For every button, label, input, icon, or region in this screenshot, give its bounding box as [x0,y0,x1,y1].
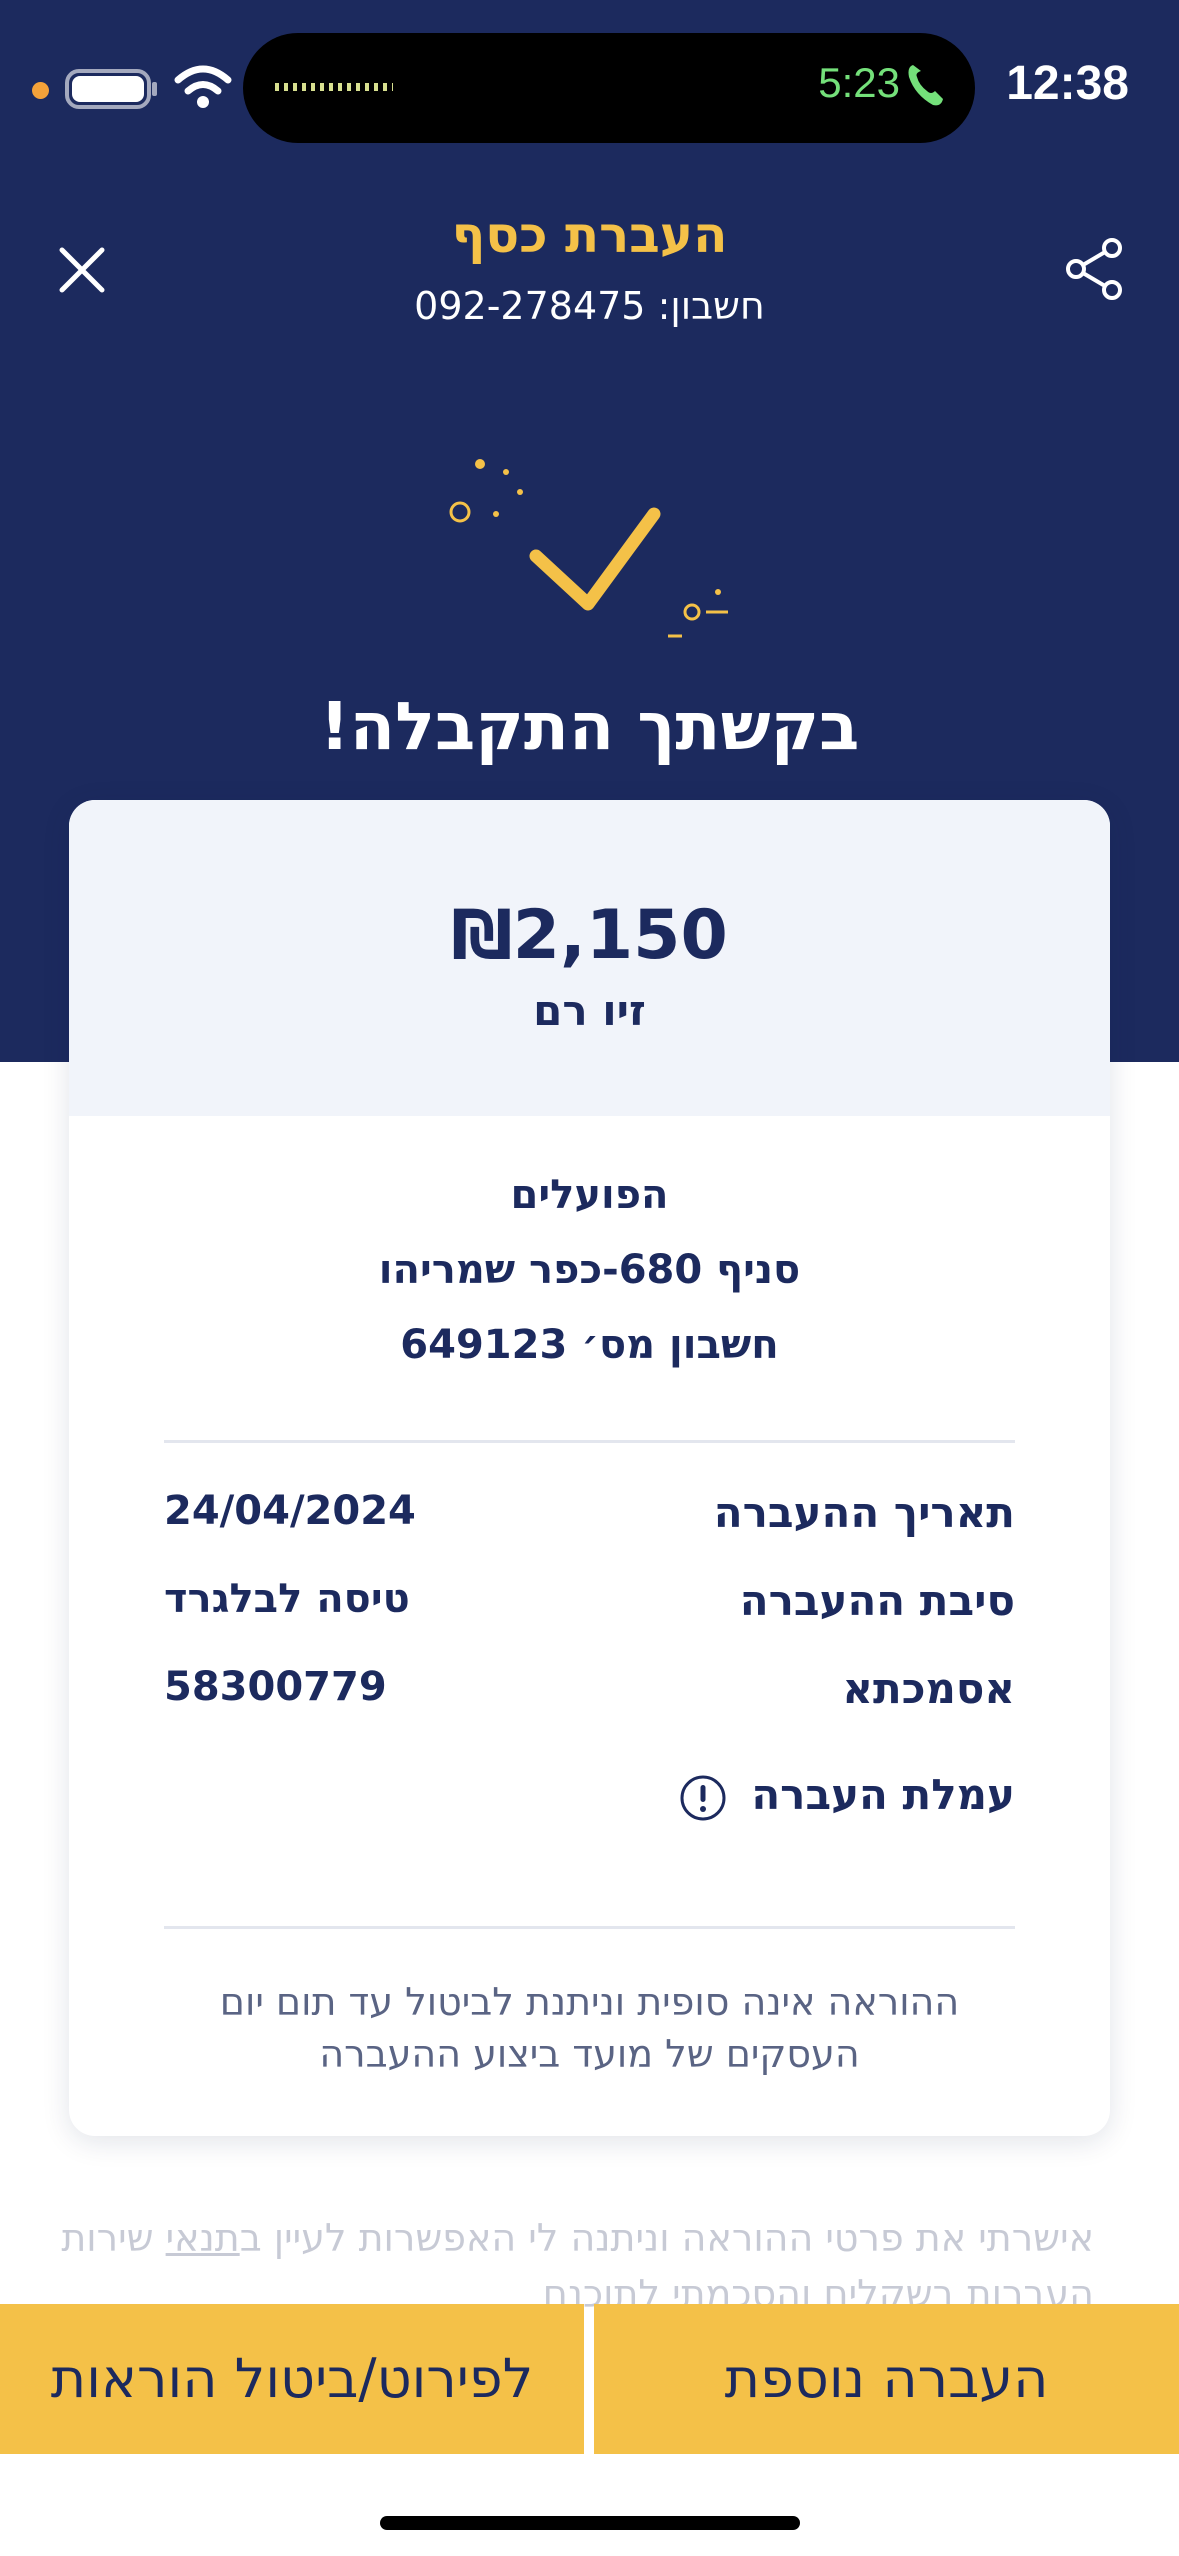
detail-row-date: תאריך ההעברה 24/04/2024 [164,1488,1015,1548]
checkmark-icon [449,459,728,638]
detail-value: 24/04/2024 [164,1488,416,1534]
transfer-summary-card: ₪2,150 זיו רם הפועלים סניף 680-כפר שמריה… [69,800,1110,2136]
detail-label: תאריך ההעברה [713,1488,1015,1537]
account-number: 092-278475 [414,284,646,328]
details-cancel-button[interactable]: לפירוט/ביטול הוראות [0,2304,584,2454]
dynamic-island[interactable]: 5:23 [243,33,975,143]
another-transfer-button[interactable]: העברה נוספת [594,2304,1179,2454]
account-label: חשבון: [657,284,765,328]
detail-row-reason: סיבת ההעברה טיסה לבלגרד [164,1576,1015,1636]
bank-details: הפועלים סניף 680-כפר שמריהו חשבון מס׳ 64… [69,1158,1110,1383]
privacy-dot-icon [32,82,49,99]
clock: 12:38 [1006,57,1129,110]
recipient-name: זיו רם [533,986,646,1035]
page-title: העברת כסף [451,206,728,264]
fee-label: עמלת העברה [751,1770,1015,1819]
account-info: חשבון: 092-278475 [0,284,1179,328]
amount-section: ₪2,150 זיו רם [69,800,1110,1116]
success-message: בקשתך התקבלה! [319,688,860,765]
info-icon[interactable] [679,1774,727,1822]
detail-value: טיסה לבלגרד [164,1576,410,1622]
consent-prefix: אישרתי את פרטי ההוראה וניתנה לי האפשרות … [239,2216,1094,2260]
recipient-account: חשבון מס׳ 649123 [400,1322,779,1368]
call-duration: 5:23 [818,59,900,106]
transfer-amount: ₪2,150 [451,896,728,975]
phone-icon [908,65,943,106]
branch: סניף 680-כפר שמריהו [378,1247,801,1293]
detail-row-fee: עמלת העברה [164,1770,1015,1830]
divider [164,1440,1015,1443]
battery-icon [65,69,157,109]
status-bar: 5:23 12:38 [0,0,1179,150]
action-bar: העברה נוספת לפירוט/ביטול הוראות [0,2304,1179,2454]
share-icon[interactable] [1062,236,1128,302]
home-indicator[interactable] [380,2516,800,2530]
detail-value: 58300779 [164,1664,387,1710]
detail-label: סיבת ההעברה [739,1576,1015,1625]
call-waveform [275,83,393,91]
cancellation-notice: ההוראה אינה סופית וניתנת לביטול עד תום י… [219,1980,960,2076]
detail-label: אסמכתא [842,1664,1015,1713]
wifi-icon [174,65,232,108]
divider [164,1926,1015,1929]
bank-name: הפועלים [510,1172,669,1218]
terms-link[interactable]: תנאי [166,2216,240,2260]
detail-row-reference: אסמכתא 58300779 [164,1664,1015,1724]
consent-text: אישרתי את פרטי ההוראה וניתנה לי האפשרות … [60,2210,1094,2310]
